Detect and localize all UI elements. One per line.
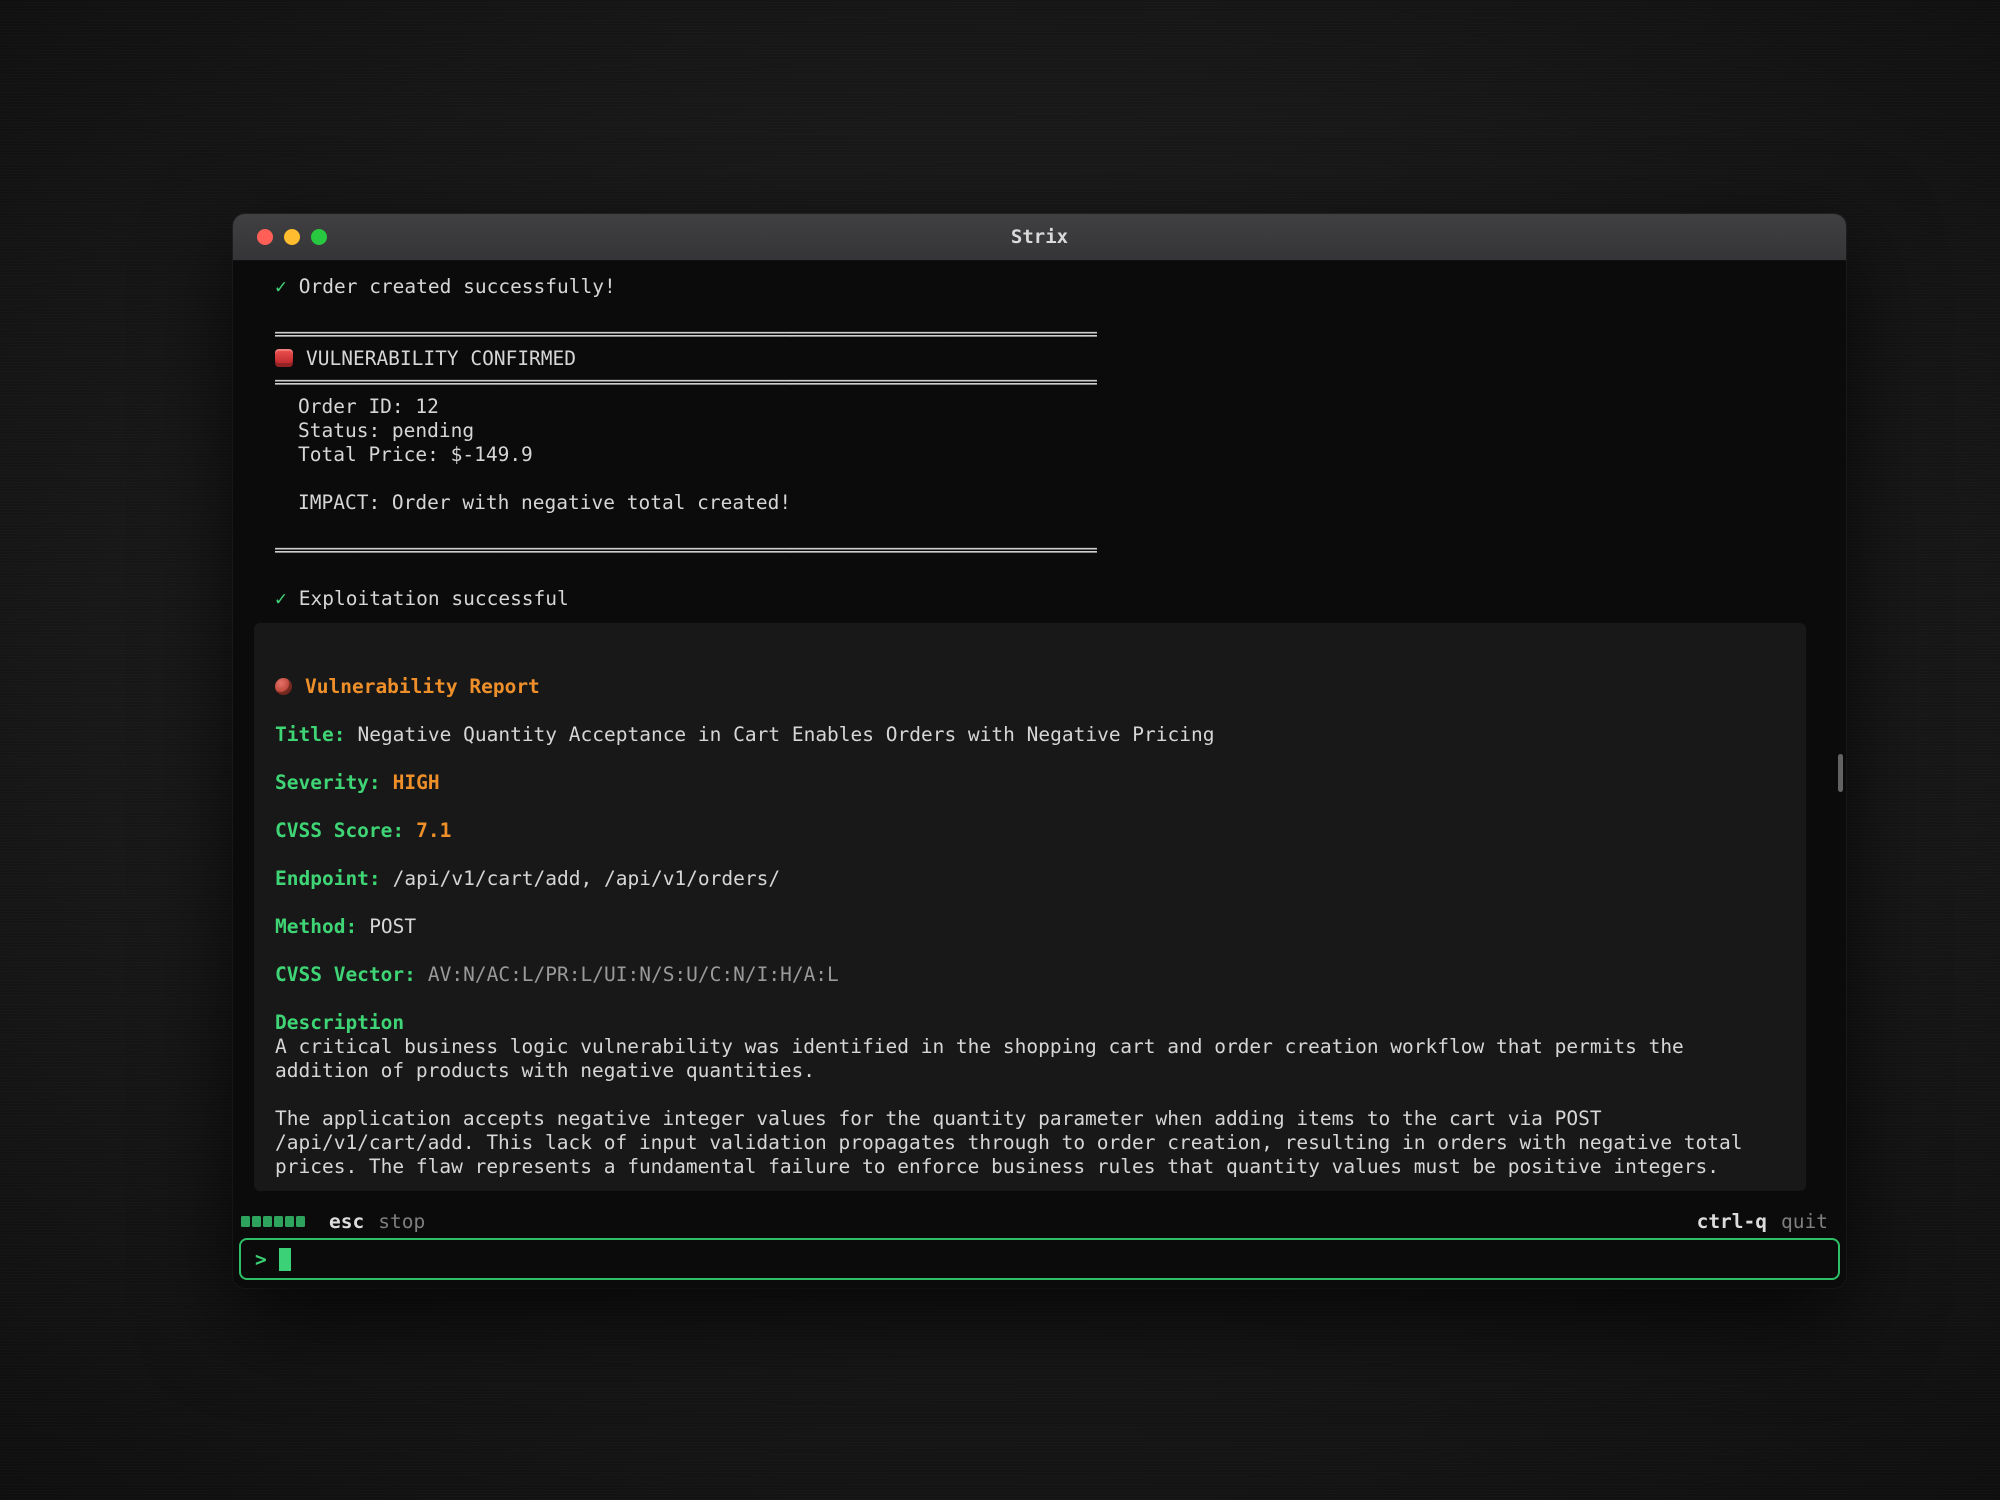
- desktop-background: Strix ✓ Order created successfully! ═════…: [0, 0, 2000, 1500]
- exploitation-successful-text: Exploitation successful: [299, 587, 569, 610]
- report-cvss-field: CVSS Score: 7.1: [275, 819, 1782, 843]
- report-method-field: Method: POST: [275, 915, 1782, 939]
- description-heading-line: Description: [275, 1011, 1782, 1035]
- window-title: Strix: [233, 214, 1846, 260]
- checkmark-icon: ✓: [275, 587, 287, 610]
- separator-line: ════════════════════════════════════════…: [275, 371, 1806, 395]
- status-bar-right: ctrl-q quit: [1697, 1210, 1828, 1233]
- activity-indicator: [241, 1216, 305, 1227]
- quit-action-label: quit: [1781, 1210, 1828, 1233]
- blank-line: [275, 299, 1806, 323]
- terminal-log: ✓ Order created successfully! ═══════════…: [254, 275, 1806, 611]
- esc-key-hint[interactable]: esc: [329, 1210, 364, 1233]
- vulnerability-confirmed-text: VULNERABILITY CONFIRMED: [306, 347, 576, 370]
- order-status-line: Status: pending: [275, 419, 1806, 443]
- blank-line: [275, 699, 1782, 723]
- blank-line: [275, 563, 1806, 587]
- quit-key-hint[interactable]: ctrl-q: [1697, 1210, 1767, 1233]
- blank-line: [275, 747, 1782, 771]
- prompt-chevron: >: [255, 1248, 267, 1271]
- vulnerability-confirmed-line: VULNERABILITY CONFIRMED: [275, 347, 1806, 371]
- exploitation-successful-line: ✓ Exploitation successful: [275, 587, 1806, 611]
- order-created-text: Order created successfully!: [299, 275, 616, 298]
- severity-label: Severity:: [275, 771, 381, 794]
- status-bar: esc stop ctrl-q quit: [233, 1206, 1846, 1236]
- report-severity-field: Severity: HIGH: [275, 771, 1782, 795]
- scrollbar-thumb[interactable]: [1838, 754, 1843, 792]
- report-vector-field: CVSS Vector: AV:N/AC:L/PR:L/UI:N/S:U/C:N/…: [275, 963, 1782, 987]
- vulnerability-report-panel: Vulnerability Report Title: Negative Quan…: [254, 623, 1806, 1191]
- report-heading-line: Vulnerability Report: [275, 675, 1782, 699]
- title-label: Title:: [275, 723, 345, 746]
- blank-line: [275, 843, 1782, 867]
- blank-line: [275, 795, 1782, 819]
- method-value: POST: [369, 915, 416, 938]
- description-paragraph-2: The application accepts negative integer…: [275, 1107, 1763, 1179]
- report-title-field: Title: Negative Quantity Acceptance in Ca…: [275, 723, 1782, 747]
- strix-window: Strix ✓ Order created successfully! ═════…: [233, 214, 1846, 1288]
- impact-line: IMPACT: Order with negative total create…: [275, 491, 1806, 515]
- cvss-score-label: CVSS Score:: [275, 819, 404, 842]
- terminal-footer: esc stop ctrl-q quit >: [233, 1200, 1846, 1288]
- status-bar-left: esc stop: [241, 1210, 425, 1233]
- order-created-line: ✓ Order created successfully!: [275, 275, 1806, 299]
- blank-line: [275, 467, 1806, 491]
- separator-line: ════════════════════════════════════════…: [275, 539, 1806, 563]
- description-paragraph-1: A critical business logic vulnerability …: [275, 1035, 1763, 1083]
- blank-line: [275, 891, 1782, 915]
- endpoint-label: Endpoint:: [275, 867, 381, 890]
- checkmark-icon: ✓: [275, 275, 287, 298]
- description-heading: Description: [275, 1011, 404, 1034]
- blank-line: [275, 515, 1806, 539]
- window-titlebar[interactable]: Strix: [233, 214, 1846, 261]
- siren-icon: [275, 349, 293, 367]
- severity-value: HIGH: [393, 771, 440, 794]
- cvss-vector-value: AV:N/AC:L/PR:L/UI:N/S:U/C:N/I:H/A:L: [428, 963, 839, 986]
- title-value: Negative Quantity Acceptance in Cart Ena…: [357, 723, 1214, 746]
- blank-line: [275, 1083, 1782, 1107]
- blank-line: [275, 987, 1782, 1011]
- endpoint-value: /api/v1/cart/add, /api/v1/orders/: [393, 867, 780, 890]
- report-heading: Vulnerability Report: [305, 675, 540, 698]
- command-input[interactable]: >: [239, 1238, 1840, 1280]
- separator-line: ════════════════════════════════════════…: [275, 323, 1806, 347]
- blank-line: [275, 939, 1782, 963]
- cvss-vector-label: CVSS Vector:: [275, 963, 416, 986]
- text-cursor: [279, 1248, 291, 1271]
- order-id-line: Order ID: 12: [275, 395, 1806, 419]
- cvss-score-value: 7.1: [416, 819, 451, 842]
- method-label: Method:: [275, 915, 357, 938]
- report-endpoint-field: Endpoint: /api/v1/cart/add, /api/v1/order…: [275, 867, 1782, 891]
- total-price-line: Total Price: $-149.9: [275, 443, 1806, 467]
- terminal-output: ✓ Order created successfully! ═══════════…: [233, 261, 1846, 1200]
- bug-icon: [275, 678, 292, 695]
- esc-action-label: stop: [378, 1210, 425, 1233]
